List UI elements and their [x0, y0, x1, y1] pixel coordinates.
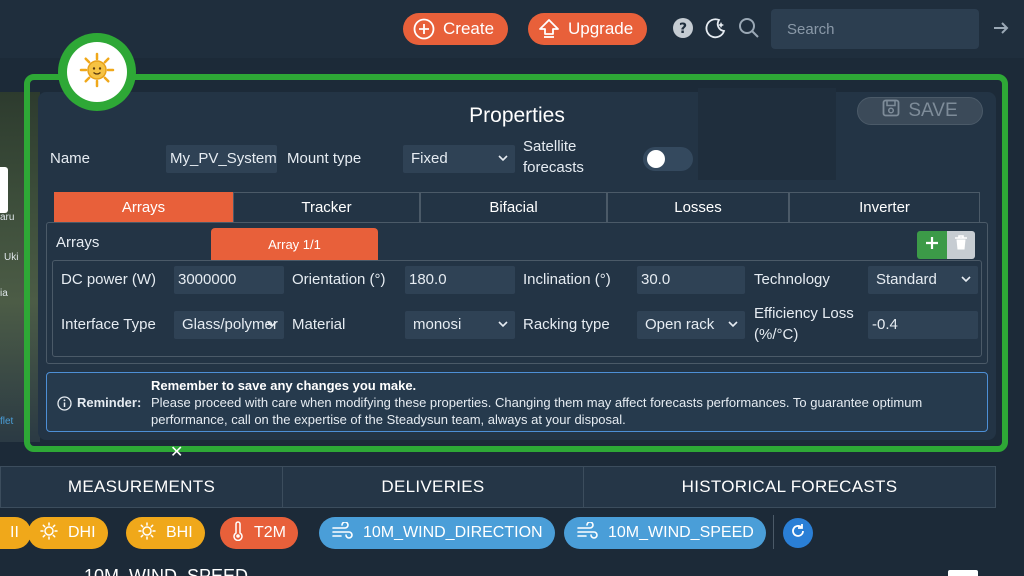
sun-icon [138, 521, 156, 545]
section-title: 10M_WIND_SPEED [84, 566, 249, 576]
chip-t2m[interactable]: T2M [220, 517, 298, 549]
thermometer-icon [232, 520, 244, 546]
divider [773, 515, 774, 549]
search-icon[interactable] [738, 17, 760, 39]
map-label: aru [0, 212, 15, 223]
map-attribution-link[interactable]: flet [0, 416, 13, 427]
tab-measurements[interactable]: MEASUREMENTS [1, 467, 283, 507]
sun-icon [40, 521, 58, 545]
chip-bhi[interactable]: BHI [126, 517, 205, 549]
chip-10m-wind-speed[interactable]: 10M_WIND_SPEED [564, 517, 766, 549]
map-label: ia [0, 288, 8, 299]
chip-label: 10M_WIND_DIRECTION [363, 524, 543, 541]
tab-deliveries[interactable]: DELIVERIES [283, 467, 584, 507]
top-bar: Create Upgrade ? [0, 0, 1024, 58]
upgrade-button[interactable]: Upgrade [528, 13, 648, 45]
chip-label: 10M_WIND_SPEED [608, 524, 754, 541]
chip-dhi[interactable]: DHI [28, 517, 108, 549]
highlight-frame [24, 74, 1008, 452]
chip-label: T2M [254, 524, 286, 541]
upgrade-label: Upgrade [568, 19, 634, 38]
plus-circle-icon [413, 18, 435, 40]
help-icon[interactable]: ? [672, 17, 694, 39]
close-icon[interactable]: ✕ [170, 442, 183, 462]
map-label: Uki [4, 252, 19, 263]
chart-toggle[interactable] [948, 570, 978, 576]
sun-badge [58, 33, 136, 111]
wind-icon [576, 520, 598, 545]
sun-icon [79, 52, 115, 93]
bottom-tabs: MEASUREMENTS DELIVERIES HISTORICAL FOREC… [0, 466, 996, 508]
chip-label: BHI [166, 524, 193, 541]
chip-10m-wind-direction[interactable]: 10M_WIND_DIRECTION [319, 517, 555, 549]
chip-partial[interactable]: II [0, 517, 31, 549]
refresh-icon [790, 523, 806, 544]
svg-text:?: ? [679, 21, 687, 37]
map-zoom-control[interactable] [0, 167, 8, 213]
chip-label: II [10, 524, 19, 541]
tab-historical-forecasts[interactable]: HISTORICAL FORECASTS [584, 467, 995, 507]
wind-icon [331, 520, 353, 545]
create-label: Create [443, 19, 495, 38]
logout-arrow-icon[interactable] [990, 17, 1012, 39]
create-button[interactable]: Create [403, 13, 509, 45]
refresh-button[interactable] [783, 518, 813, 548]
dark-mode-icon[interactable] [705, 17, 727, 39]
chip-label: DHI [68, 524, 96, 541]
search-input[interactable] [771, 9, 979, 49]
upload-arrow-icon [538, 18, 560, 40]
